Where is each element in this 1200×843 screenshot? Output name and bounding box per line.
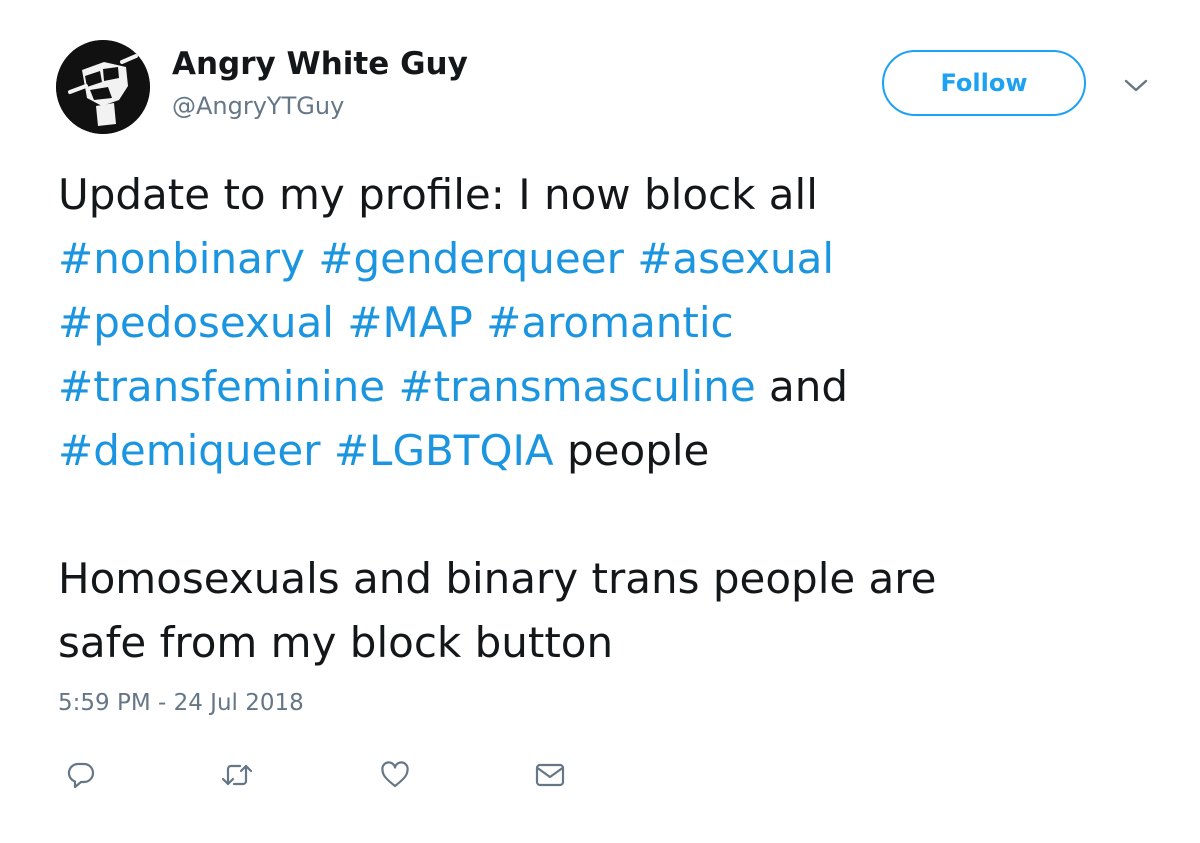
chevron-down-icon: [1124, 79, 1148, 92]
tweet-text-segment: [305, 234, 318, 283]
tweet-text-segment: [334, 298, 347, 347]
hashtag-link[interactable]: #nonbinary: [58, 234, 305, 283]
tweet-line: #nonbinary #genderqueer #asexual: [58, 227, 1158, 291]
reply-button[interactable]: [64, 758, 98, 792]
tweet-line: safe from my block button: [58, 611, 1158, 675]
direct-message-icon: [535, 763, 565, 787]
tweet-line-break: [58, 483, 1158, 547]
more-options-button[interactable]: [1122, 72, 1150, 100]
tweet-line: #pedosexual #MAP #aromantic: [58, 291, 1158, 355]
hashtag-link[interactable]: #pedosexual: [58, 298, 334, 347]
reply-icon: [67, 762, 95, 789]
like-button[interactable]: [378, 758, 412, 792]
tweet-text-segment: people: [553, 426, 710, 475]
author-display-name[interactable]: Angry White Guy: [172, 46, 468, 82]
tweet-text-segment: Homosexuals and binary trans people are: [58, 554, 937, 603]
tweet-text-segment: [321, 426, 334, 475]
hashtag-link[interactable]: #transmasculine: [398, 362, 755, 411]
avatar[interactable]: [56, 40, 150, 134]
like-icon: [381, 761, 409, 788]
tweet-text-segment: [624, 234, 637, 283]
tweet-line: #demiqueer #LGBTQIA people: [58, 419, 1158, 483]
tweet-text-segment: [473, 298, 486, 347]
tweet-text-segment: safe from my block button: [58, 618, 614, 667]
tweet-line: Update to my profile: I now block all: [58, 163, 1158, 227]
hashtag-link[interactable]: #demiqueer: [58, 426, 321, 475]
tweet-line: #transfeminine #transmasculine and: [58, 355, 1158, 419]
author-handle[interactable]: @AngryYTGuy: [172, 92, 344, 120]
hashtag-link[interactable]: #genderqueer: [318, 234, 624, 283]
tweet-text: Update to my profile: I now block all #no…: [58, 163, 1158, 675]
follow-button[interactable]: Follow: [882, 50, 1086, 116]
tweet-card: Angry White Guy @AngryYTGuy Follow Updat…: [0, 0, 1200, 843]
tweet-timestamp[interactable]: 5:59 PM - 24 Jul 2018: [58, 690, 304, 716]
tweet-text-segment: and: [755, 362, 849, 411]
retweet-button[interactable]: [220, 758, 254, 792]
tweet-text-segment: [385, 362, 398, 411]
raised-fist-icon: [56, 40, 150, 134]
hashtag-link[interactable]: #LGBTQIA: [334, 426, 554, 475]
tweet-line: Homosexuals and binary trans people are: [58, 547, 1158, 611]
direct-message-button[interactable]: [533, 758, 567, 792]
hashtag-link[interactable]: #aromantic: [486, 298, 733, 347]
hashtag-link[interactable]: #asexual: [637, 234, 834, 283]
retweet-icon: [221, 764, 253, 786]
tweet-text-segment: Update to my profile: I now block all: [58, 170, 818, 219]
hashtag-link[interactable]: #MAP: [347, 298, 473, 347]
hashtag-link[interactable]: #transfeminine: [58, 362, 385, 411]
